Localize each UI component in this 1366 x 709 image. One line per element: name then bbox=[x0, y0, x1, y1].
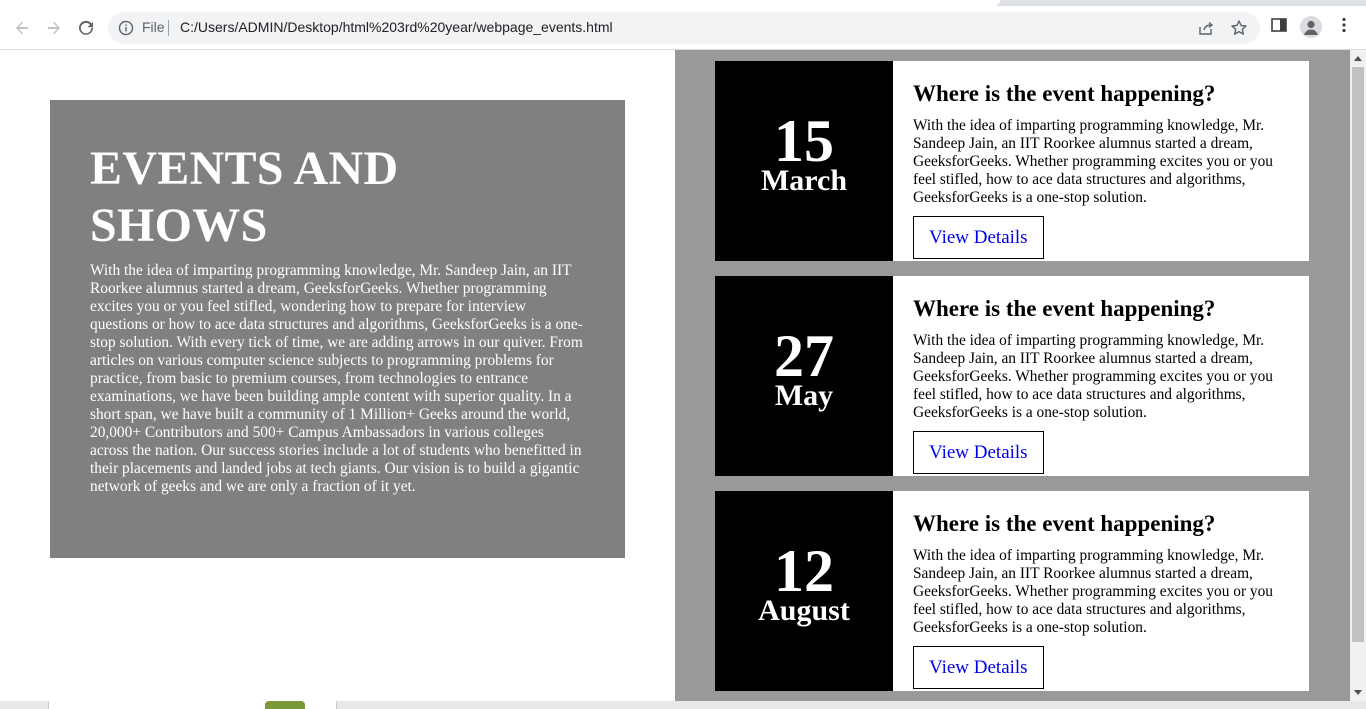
info-icon[interactable] bbox=[118, 20, 134, 36]
event-details: Where is the event happening? With the i… bbox=[913, 61, 1293, 259]
event-month: May bbox=[774, 379, 834, 412]
more-vert-icon[interactable] bbox=[1335, 16, 1353, 34]
profile-icon[interactable] bbox=[1300, 16, 1322, 38]
event-date-block: 15 March bbox=[715, 61, 893, 261]
page-content: EVENTS AND SHOWS With the idea of impart… bbox=[0, 50, 1350, 701]
star-icon[interactable] bbox=[1230, 19, 1248, 37]
view-details-button[interactable]: View Details bbox=[913, 216, 1044, 259]
event-card: 12 August Where is the event happening? … bbox=[715, 491, 1309, 691]
intro-panel: EVENTS AND SHOWS With the idea of impart… bbox=[50, 100, 625, 558]
event-description: With the idea of imparting programming k… bbox=[913, 547, 1274, 636]
event-card: 15 March Where is the event happening? W… bbox=[715, 61, 1309, 261]
active-tab[interactable] bbox=[0, 0, 1000, 6]
view-details-button[interactable]: View Details bbox=[913, 431, 1044, 474]
scroll-up-arrow-icon[interactable] bbox=[1350, 50, 1366, 66]
vertical-scrollbar[interactable] bbox=[1350, 50, 1366, 701]
share-icon[interactable] bbox=[1198, 20, 1214, 36]
page-title: EVENTS AND SHOWS bbox=[90, 142, 399, 252]
browser-toolbar: File C:/Users/ADMIN/Desktop/html%203rd%2… bbox=[0, 0, 1366, 50]
event-heading: Where is the event happening? bbox=[913, 81, 1216, 106]
back-arrow-icon[interactable] bbox=[8, 14, 36, 42]
reload-icon[interactable] bbox=[72, 14, 100, 42]
event-heading: Where is the event happening? bbox=[913, 296, 1216, 321]
omnibox-divider bbox=[168, 20, 169, 36]
event-month: March bbox=[760, 164, 848, 197]
taskbar-app-icon[interactable] bbox=[265, 701, 305, 709]
event-heading: Where is the event happening? bbox=[913, 511, 1216, 536]
side-panel-icon[interactable] bbox=[1270, 16, 1288, 34]
forward-arrow-icon[interactable] bbox=[40, 14, 68, 42]
address-bar[interactable]: File C:/Users/ADMIN/Desktop/html%203rd%2… bbox=[108, 12, 1260, 44]
os-taskbar bbox=[0, 701, 1366, 709]
view-details-button[interactable]: View Details bbox=[913, 646, 1044, 689]
tab-strip bbox=[0, 0, 1366, 6]
event-month: August bbox=[758, 594, 850, 627]
event-details: Where is the event happening? With the i… bbox=[913, 491, 1293, 689]
event-details: Where is the event happening? With the i… bbox=[913, 276, 1293, 474]
url-scheme-label: File bbox=[142, 19, 165, 35]
event-description: With the idea of imparting programming k… bbox=[913, 332, 1274, 421]
event-date-block: 27 May bbox=[715, 276, 893, 476]
event-date-block: 12 August bbox=[715, 491, 893, 691]
events-column: 15 March Where is the event happening? W… bbox=[675, 50, 1350, 701]
intro-paragraph: With the idea of imparting programming k… bbox=[90, 262, 583, 495]
scrollbar-thumb[interactable] bbox=[1352, 67, 1364, 642]
event-description: With the idea of imparting programming k… bbox=[913, 117, 1274, 206]
event-card: 27 May Where is the event happening? Wit… bbox=[715, 276, 1309, 476]
url-text[interactable]: C:/Users/ADMIN/Desktop/html%203rd%20year… bbox=[180, 19, 613, 35]
scroll-down-arrow-icon[interactable] bbox=[1350, 685, 1366, 701]
